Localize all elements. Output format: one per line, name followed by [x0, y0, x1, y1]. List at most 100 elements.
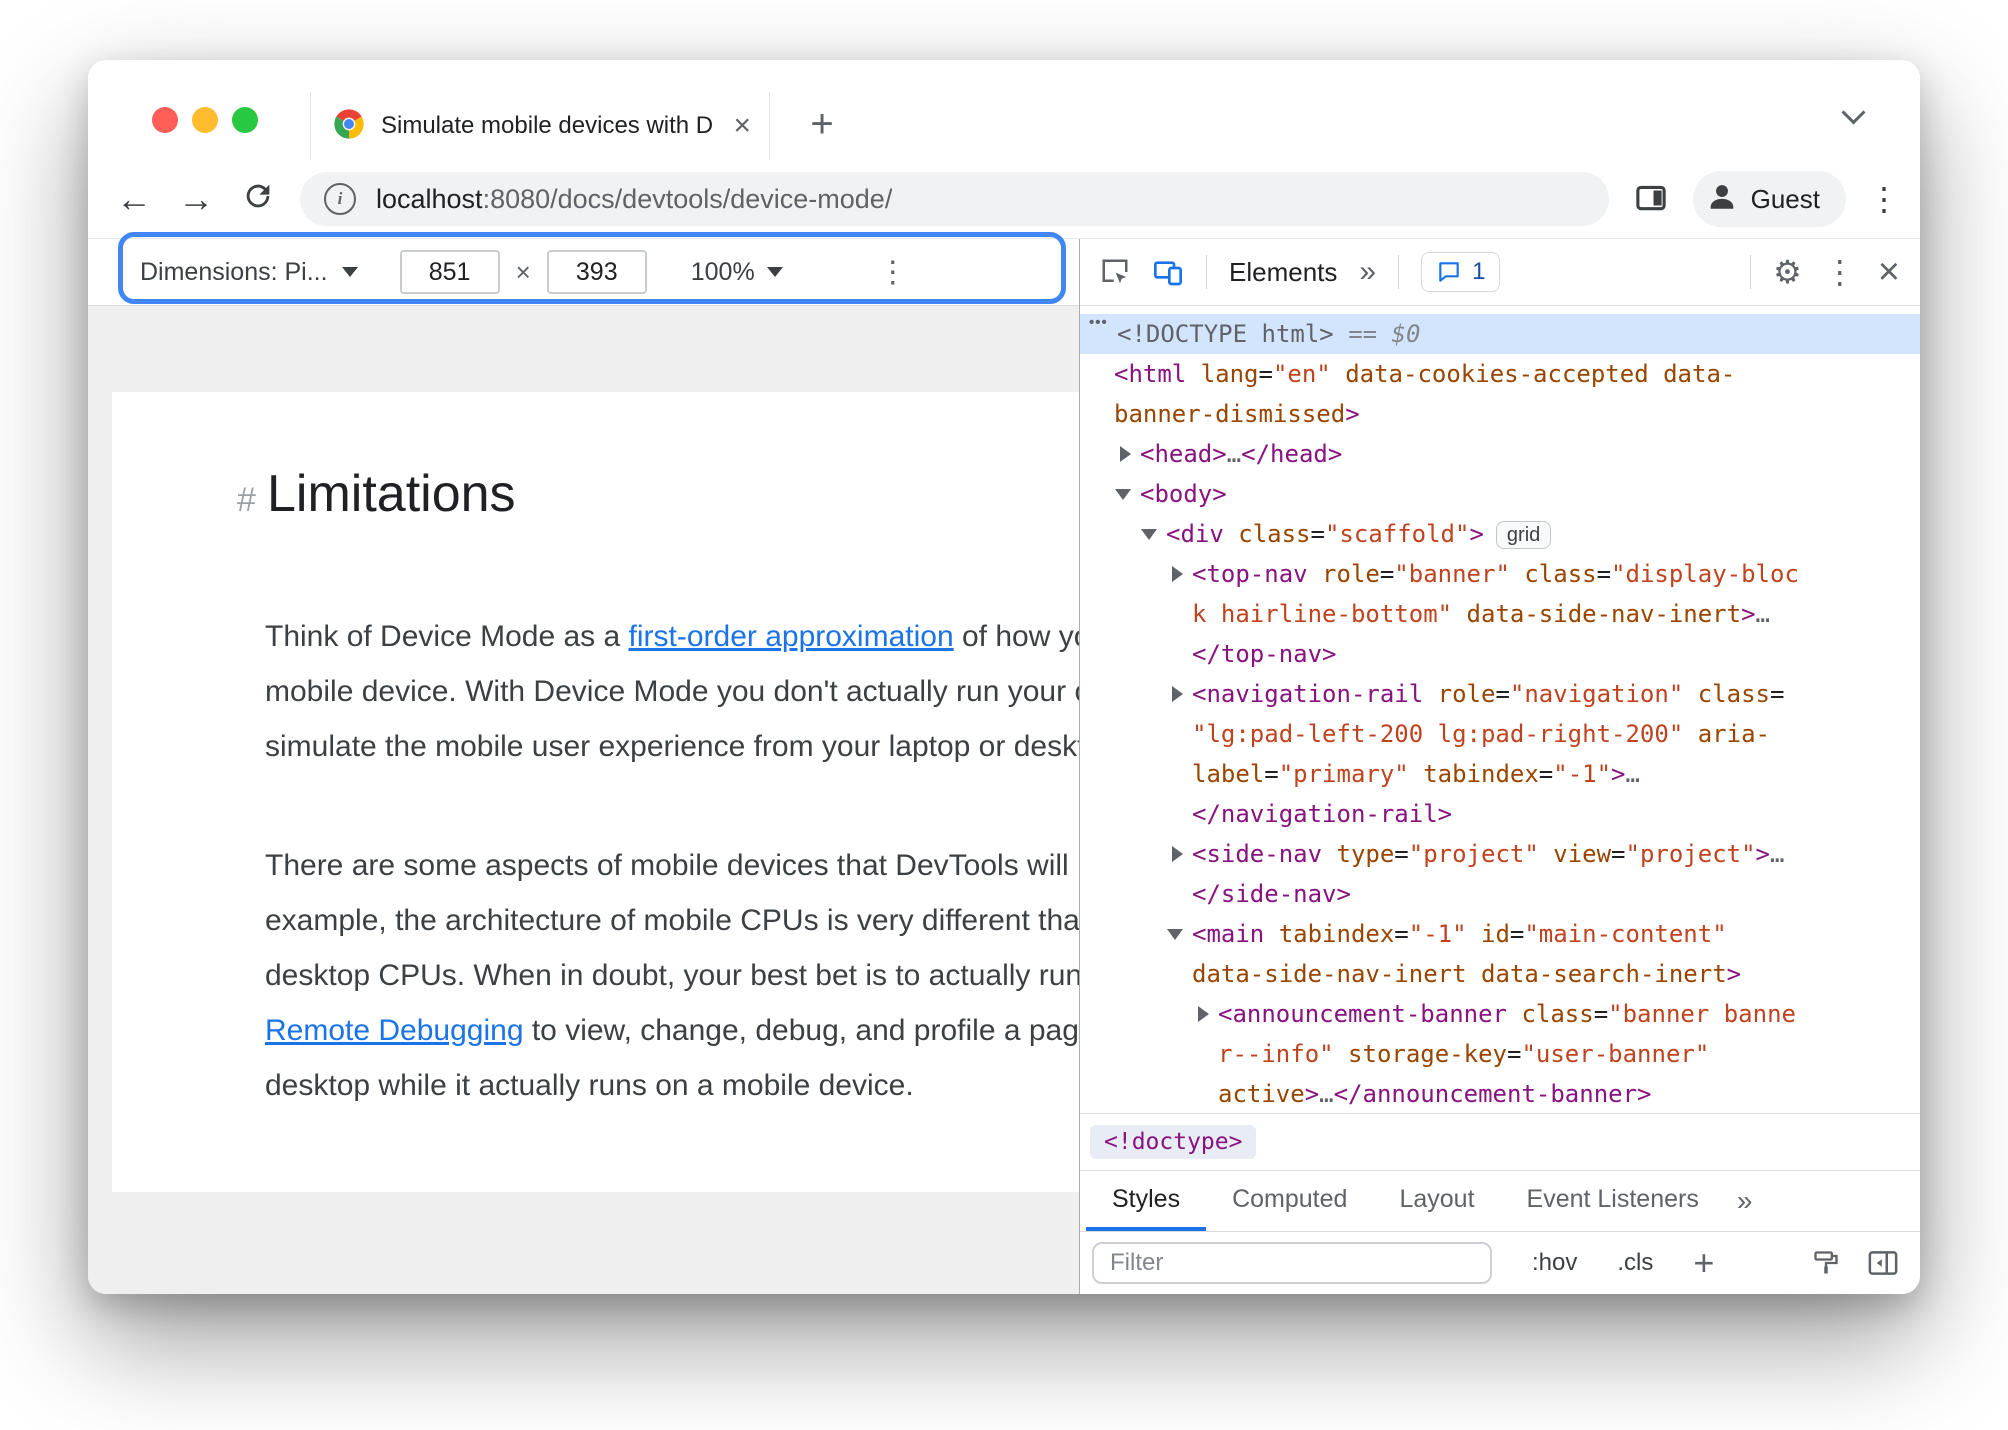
code-token: >	[1755, 840, 1770, 868]
dom-node-line[interactable]: <head>…</head>	[1080, 434, 1920, 474]
code-token: …	[1226, 440, 1242, 468]
dom-node-line[interactable]: active>…</announcement-banner>	[1080, 1074, 1920, 1113]
more-panels-icon[interactable]: »	[1359, 255, 1376, 289]
more-tabs-icon[interactable]: »	[1737, 1171, 1753, 1231]
dom-node-line[interactable]: </top-nav>	[1080, 634, 1920, 674]
dom-node-line[interactable]: </side-nav>	[1080, 874, 1920, 914]
dom-node-line[interactable]: <navigation-rail role="navigation" class…	[1080, 674, 1920, 714]
expand-arrow-icon[interactable]	[1172, 686, 1183, 702]
toggle-hover-button[interactable]: :hov	[1532, 1249, 1577, 1277]
code-token: "banner"	[1394, 560, 1510, 588]
tab-elements[interactable]: Elements	[1229, 257, 1337, 288]
issues-button[interactable]: 1	[1421, 252, 1501, 292]
collapse-arrow-icon[interactable]	[1141, 528, 1157, 540]
browser-menu-icon[interactable]: ⋮	[1868, 183, 1900, 215]
url-text: localhost:8080/docs/devtools/device-mode…	[376, 184, 892, 215]
devtools-toolbar: Elements » 1 ⚙ ⋮ ×	[1080, 239, 1920, 306]
traffic-light-maximize[interactable]	[232, 107, 258, 133]
content-link[interactable]: Remote Debugging	[265, 1014, 524, 1047]
traffic-light-close[interactable]	[152, 107, 178, 133]
tab-close-icon[interactable]: ×	[733, 111, 751, 141]
content-link[interactable]: first-order approximation	[629, 620, 954, 653]
dom-node-line[interactable]: <top-nav role="banner" class="display-bl…	[1080, 554, 1920, 594]
dom-node-line[interactable]: <announcement-banner class="banner banne	[1080, 994, 1920, 1034]
forward-button[interactable]: →	[176, 181, 216, 217]
chevron-down-icon[interactable]	[1841, 100, 1866, 125]
paint-roller-icon[interactable]	[1812, 1249, 1840, 1277]
tab-computed[interactable]: Computed	[1206, 1171, 1373, 1231]
collapse-arrow-icon[interactable]	[1115, 488, 1131, 500]
new-style-rule-icon[interactable]: +	[1693, 1245, 1714, 1281]
dom-node-line[interactable]: </navigation-rail>	[1080, 794, 1920, 834]
dom-node-line[interactable]: <html lang="en" data-cookies-accepted da…	[1080, 354, 1920, 394]
toggle-sidebar-icon[interactable]	[1868, 1250, 1898, 1276]
browser-tab[interactable]: Simulate mobile devices with D ×	[310, 92, 770, 160]
inspect-icon[interactable]	[1100, 257, 1130, 287]
code-token: data-side-nav-inert	[1192, 960, 1467, 988]
breadcrumb-doctype[interactable]: <!doctype>	[1090, 1125, 1257, 1159]
code-token: …	[1625, 760, 1640, 788]
expand-arrow-icon[interactable]	[1120, 446, 1131, 462]
device-toolbar-menu-icon[interactable]: ⋮	[878, 255, 908, 290]
filter-input[interactable]	[1092, 1242, 1492, 1284]
devtools-menu-icon[interactable]: ⋮	[1824, 256, 1856, 288]
avatar-icon	[1705, 179, 1739, 220]
dom-node-line[interactable]: k hairline-bottom" data-side-nav-inert>…	[1080, 594, 1920, 634]
content-text: desktop while it actually runs on a mobi…	[265, 1069, 914, 1102]
side-panel-icon[interactable]	[1631, 181, 1671, 217]
device-mode-pane: Dimensions: Pi... × 100% ⋮ # Limitations	[88, 239, 1079, 1294]
grid-badge[interactable]: grid	[1495, 521, 1552, 549]
tab-styles[interactable]: Styles	[1086, 1171, 1207, 1231]
url-bar[interactable]: i localhost:8080/docs/devtools/device-mo…	[300, 172, 1609, 226]
dom-node-line[interactable]: r--info" storage-key="user-banner"	[1080, 1034, 1920, 1074]
dom-node-line[interactable]: <body>	[1080, 474, 1920, 514]
expand-arrow-icon[interactable]	[1172, 846, 1183, 862]
profile-button[interactable]: Guest	[1692, 171, 1846, 227]
tab-layout[interactable]: Layout	[1373, 1171, 1500, 1231]
info-icon[interactable]: i	[324, 183, 356, 215]
back-button[interactable]: ←	[114, 181, 154, 217]
device-toggle-icon[interactable]	[1152, 256, 1184, 288]
dom-node-line[interactable]: <div class="scaffold"> grid	[1080, 514, 1920, 554]
tab-event-listeners[interactable]: Event Listeners	[1501, 1171, 1725, 1231]
settings-gear-icon[interactable]: ⚙	[1773, 256, 1802, 288]
dom-node-line[interactable]: label="primary" tabindex="-1">…	[1080, 754, 1920, 794]
dom-node-line[interactable]: "lg:pad-left-200 lg:pad-right-200" aria-	[1080, 714, 1920, 754]
collapse-arrow-icon[interactable]	[1167, 928, 1183, 940]
indent	[1080, 914, 1192, 954]
dom-node-line[interactable]: banner-dismissed>	[1080, 394, 1920, 434]
height-input[interactable]	[546, 250, 647, 294]
devtools-close-icon[interactable]: ×	[1878, 253, 1900, 291]
zoom-dropdown[interactable]: 100%	[691, 258, 783, 287]
zoom-label: 100%	[690, 257, 755, 286]
expand-arrow-icon[interactable]	[1198, 1006, 1209, 1022]
new-tab-button[interactable]: +	[794, 94, 850, 154]
dom-node-line[interactable]: <side-nav type="project" view="project">…	[1080, 834, 1920, 874]
styles-tabbar: Styles Computed Layout Event Listeners»	[1080, 1170, 1920, 1232]
dom-node-line[interactable]: data-side-nav-inert data-search-inert>	[1080, 954, 1920, 994]
dimensions-dropdown[interactable]: Dimensions: Pi...	[140, 258, 358, 287]
traffic-light-minimize[interactable]	[192, 107, 218, 133]
heading-anchor[interactable]: #	[237, 481, 267, 520]
toggle-class-button[interactable]: .cls	[1617, 1249, 1653, 1277]
dom-node-line[interactable]: <main tabindex="-1" id="main-content"	[1080, 914, 1920, 954]
dom-node-line[interactable]: ••• <!DOCTYPE html> == $0	[1080, 314, 1920, 354]
code-token: "scaffold"	[1324, 520, 1470, 548]
dom-tree: ••• <!DOCTYPE html> == $0 <html lang="en" …	[1080, 306, 1920, 1113]
breadcrumb-bar: <!doctype>	[1080, 1113, 1920, 1170]
width-input[interactable]	[399, 250, 500, 294]
dimensions-separator: ×	[515, 256, 531, 287]
code-token: "project"	[1408, 840, 1539, 868]
node-menu-dots-icon[interactable]: •••	[1089, 314, 1117, 331]
code-token: r--info"	[1218, 1040, 1334, 1068]
expand-arrow-icon[interactable]	[1172, 566, 1183, 582]
code-token: =	[1611, 840, 1626, 868]
reload-button[interactable]	[238, 179, 278, 219]
